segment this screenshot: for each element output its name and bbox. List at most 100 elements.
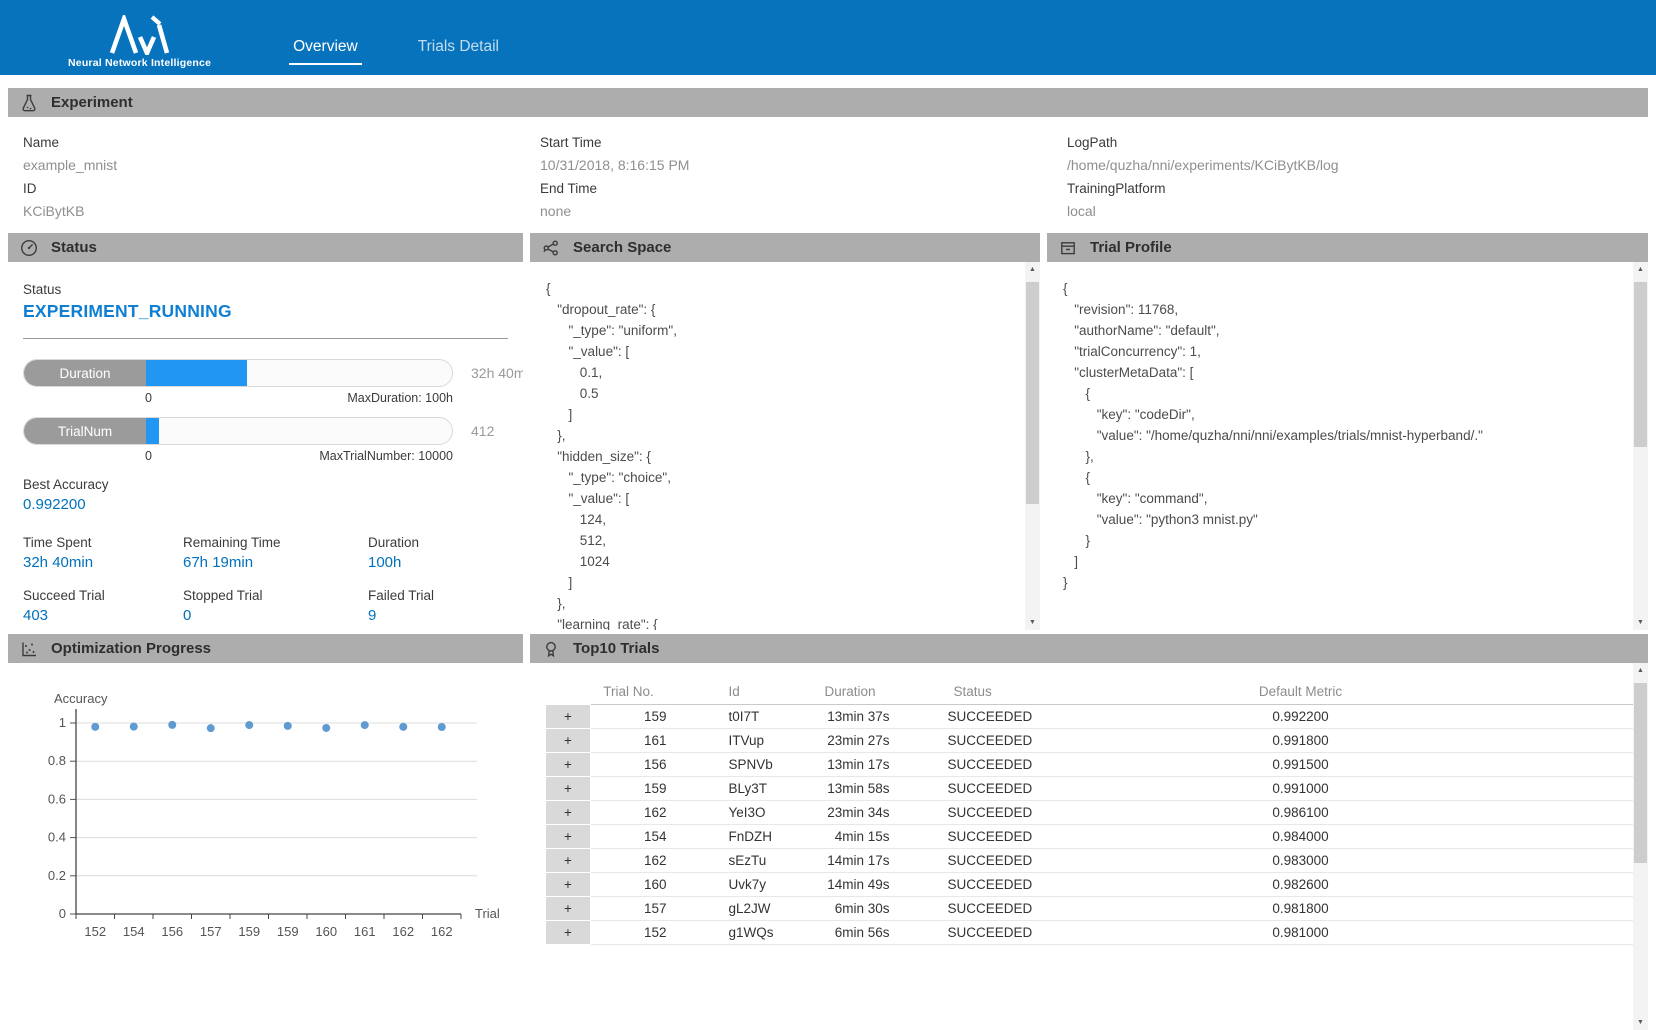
search-space-scrollbar[interactable]: ▲ ▼ bbox=[1025, 262, 1040, 630]
scroll-up-arrow[interactable]: ▲ bbox=[1025, 262, 1040, 277]
svg-text:161: 161 bbox=[354, 924, 376, 939]
expand-row-button[interactable]: + bbox=[546, 824, 591, 848]
scroll-up-arrow[interactable]: ▲ bbox=[1633, 262, 1648, 277]
optimization-chart-area: Accuracy00.20.40.60.81152154156157159159… bbox=[8, 663, 523, 1030]
expand-row-button[interactable]: + bbox=[546, 800, 591, 824]
progress-bar-row: TrialNum412 bbox=[23, 417, 508, 445]
stat-label: Stopped Trial bbox=[183, 588, 368, 603]
expand-row-button[interactable]: + bbox=[546, 752, 591, 776]
cell-filler bbox=[1536, 704, 1634, 728]
experiment-column: Nameexample_mnistIDKCiBytKB bbox=[8, 131, 523, 233]
best-accuracy-value: 0.992200 bbox=[23, 496, 508, 513]
cell-trial-no: 161 bbox=[591, 728, 671, 752]
table-header-row: Trial No. Id Duration Status Default Met… bbox=[546, 680, 1634, 704]
column-header-id: Id bbox=[671, 680, 791, 704]
column-header-duration: Duration bbox=[791, 680, 906, 704]
tab-overview[interactable]: Overview bbox=[289, 38, 362, 65]
top-trials-title: Top10 Trials bbox=[573, 640, 659, 657]
svg-text:162: 162 bbox=[392, 924, 414, 939]
table-row: +162sEzTu14min 17sSUCCEEDED0.983000 bbox=[546, 848, 1634, 872]
experiment-column: Start Time10/31/2018, 8:16:15 PMEnd Time… bbox=[530, 131, 1040, 233]
trial-profile-icon bbox=[1059, 239, 1077, 257]
field-value: example_mnist bbox=[23, 154, 523, 177]
cell-default-metric: 0.986100 bbox=[1066, 800, 1536, 824]
top-trials-body: Trial No. Id Duration Status Default Met… bbox=[530, 663, 1648, 1030]
expand-row-button[interactable]: + bbox=[546, 896, 591, 920]
cell-id: Uvk7y bbox=[671, 872, 791, 896]
search-space-icon bbox=[542, 239, 560, 257]
cell-id: ITVup bbox=[671, 728, 791, 752]
top-trials-table: Trial No. Id Duration Status Default Met… bbox=[545, 680, 1633, 945]
search-space-title: Search Space bbox=[573, 239, 671, 256]
flask-icon bbox=[20, 94, 38, 112]
cell-filler bbox=[1536, 824, 1634, 848]
cell-duration: 14min 49s bbox=[791, 872, 906, 896]
svg-text:156: 156 bbox=[161, 924, 183, 939]
stat-label: Duration bbox=[368, 535, 508, 550]
cell-id: BLy3T bbox=[671, 776, 791, 800]
cell-default-metric: 0.992200 bbox=[1066, 704, 1536, 728]
progress-bar-value: 32h 40min bbox=[471, 359, 523, 387]
scroll-thumb[interactable] bbox=[1026, 282, 1039, 504]
progress-bars: Duration32h 40min0MaxDuration: 100hTrial… bbox=[23, 359, 508, 463]
expand-row-button[interactable]: + bbox=[546, 704, 591, 728]
svg-text:152: 152 bbox=[84, 924, 106, 939]
expand-row-button[interactable]: + bbox=[546, 728, 591, 752]
expand-row-button[interactable]: + bbox=[546, 920, 591, 944]
field-value: local bbox=[1067, 200, 1648, 223]
table-row: +161ITVup23min 27sSUCCEEDED0.991800 bbox=[546, 728, 1634, 752]
field-label: TrainingPlatform bbox=[1067, 177, 1648, 200]
svg-text:159: 159 bbox=[277, 924, 299, 939]
cell-filler bbox=[1536, 728, 1634, 752]
trial-profile-scrollbar[interactable]: ▲ ▼ bbox=[1633, 262, 1648, 630]
cell-trial-no: 156 bbox=[591, 752, 671, 776]
scale-min: 0 bbox=[145, 449, 152, 463]
status-section-header: Status bbox=[8, 233, 523, 262]
stat-label: Failed Trial bbox=[368, 588, 508, 603]
scroll-up-arrow[interactable]: ▲ bbox=[1633, 663, 1648, 678]
cell-id: t0I7T bbox=[671, 704, 791, 728]
trial-profile-body: { "revision": 11768, "authorName": "defa… bbox=[1047, 262, 1648, 630]
progress-bar-label: TrialNum bbox=[24, 418, 146, 444]
scroll-down-arrow[interactable]: ▼ bbox=[1633, 615, 1648, 630]
expand-row-button[interactable]: + bbox=[546, 872, 591, 896]
progress-bar-scale: 0MaxTrialNumber: 10000 bbox=[23, 449, 453, 463]
scroll-thumb[interactable] bbox=[1634, 282, 1647, 447]
cell-default-metric: 0.981800 bbox=[1066, 896, 1536, 920]
stat-cell: Remaining Time67h 19min bbox=[183, 535, 368, 571]
search-space-panel: Search Space { "dropout_rate": { "_type"… bbox=[530, 233, 1040, 630]
expand-row-button[interactable]: + bbox=[546, 848, 591, 872]
cell-trial-no: 159 bbox=[591, 704, 671, 728]
bottom-row: Optimization Progress Accuracy00.20.40.6… bbox=[8, 634, 1648, 1030]
stat-value: 0 bbox=[183, 607, 368, 624]
tab-trials-detail[interactable]: Trials Detail bbox=[414, 38, 503, 65]
stat-cell: Succeed Trial403 bbox=[23, 588, 183, 624]
top-navbar: Neural Network Intelligence Overview Tri… bbox=[0, 0, 1656, 75]
cell-filler bbox=[1536, 776, 1634, 800]
svg-text:Accuracy: Accuracy bbox=[54, 691, 108, 706]
top-trials-scrollbar[interactable]: ▲ ▼ bbox=[1633, 663, 1648, 1030]
stat-value: 32h 40min bbox=[23, 554, 183, 571]
cell-default-metric: 0.982600 bbox=[1066, 872, 1536, 896]
experiment-section-header: Experiment bbox=[8, 88, 1648, 117]
cell-filler bbox=[1536, 920, 1634, 944]
progress-bar-row: Duration32h 40min bbox=[23, 359, 508, 387]
stat-label: Succeed Trial bbox=[23, 588, 183, 603]
table-row: +156SPNVb13min 17sSUCCEEDED0.991500 bbox=[546, 752, 1634, 776]
cell-duration: 6min 56s bbox=[791, 920, 906, 944]
field-label: LogPath bbox=[1067, 131, 1648, 154]
optimization-title: Optimization Progress bbox=[51, 640, 211, 657]
scroll-down-arrow[interactable]: ▼ bbox=[1633, 1015, 1648, 1030]
accuracy-scatter-chart: Accuracy00.20.40.60.81152154156157159159… bbox=[16, 681, 521, 951]
cell-status: SUCCEEDED bbox=[906, 872, 1066, 896]
table-row: +152g1WQs6min 56sSUCCEEDED0.981000 bbox=[546, 920, 1634, 944]
scroll-thumb[interactable] bbox=[1634, 683, 1647, 863]
svg-text:0.8: 0.8 bbox=[48, 753, 66, 768]
stat-value: 67h 19min bbox=[183, 554, 368, 571]
cell-status: SUCCEEDED bbox=[906, 824, 1066, 848]
expand-row-button[interactable]: + bbox=[546, 776, 591, 800]
divider bbox=[23, 338, 508, 339]
field-value: none bbox=[540, 200, 1040, 223]
scroll-down-arrow[interactable]: ▼ bbox=[1025, 615, 1040, 630]
nni-overview-page: Neural Network Intelligence Overview Tri… bbox=[0, 0, 1656, 1030]
